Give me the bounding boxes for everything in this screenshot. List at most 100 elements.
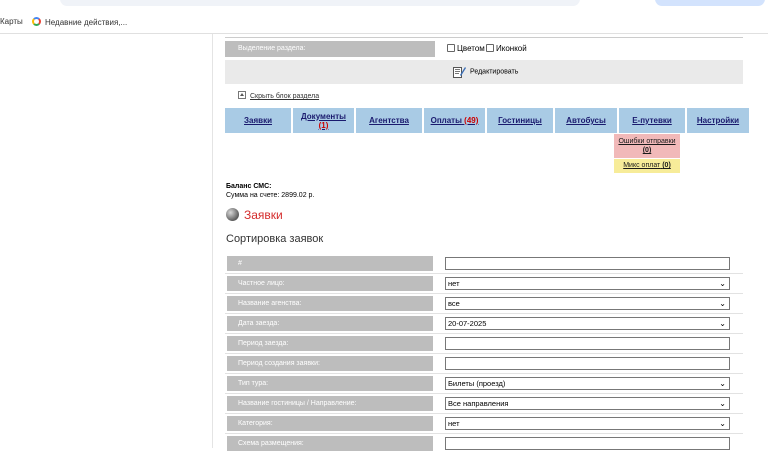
- subtab-send-errors-label: Ошибки отправки: [618, 138, 676, 145]
- filter-label: Категория:: [227, 416, 433, 431]
- category-select[interactable]: нет ⌄: [445, 417, 730, 430]
- bookmarks-bar: Карты Недавние действия,...: [0, 8, 768, 34]
- select-value: 20-07-2025: [448, 319, 487, 328]
- bookmark-recent-activity-label: Недавние действия,...: [45, 18, 128, 27]
- tour-type-select[interactable]: Билеты (проезд) ⌄: [445, 377, 730, 390]
- subtab-mixed-payments[interactable]: Микс оплат (0): [614, 159, 680, 173]
- chevron-down-icon: ⌄: [719, 279, 726, 288]
- hotel-direction-select[interactable]: Все направления ⌄: [445, 397, 730, 410]
- number-input[interactable]: [445, 257, 730, 270]
- filter-row-agency: Название агенства: все ⌄: [225, 294, 743, 314]
- filter-label: Тип тура:: [227, 376, 433, 391]
- subtab-send-errors[interactable]: Ошибки отправки (0): [614, 134, 680, 158]
- tab-hotels[interactable]: Гостиницы: [487, 108, 553, 133]
- chevron-down-icon: ⌄: [719, 399, 726, 408]
- filter-label: #: [227, 256, 433, 271]
- chevron-down-icon: ⌄: [719, 299, 726, 308]
- select-value: нет: [448, 279, 460, 288]
- address-bar[interactable]: [60, 0, 580, 6]
- filter-row-created-period: Период создания заявки:: [225, 354, 743, 374]
- checkbox-box[interactable]: [486, 44, 494, 52]
- tab-label: E-путевки: [632, 116, 672, 125]
- tab-count: (49): [464, 116, 479, 125]
- tab-count: (1): [318, 120, 329, 130]
- filter-label: Дата заезда:: [227, 316, 433, 331]
- sms-balance: Баланс СМС: Сумма на счете: 2899.02 р.: [226, 182, 314, 200]
- globe-icon: [226, 208, 239, 221]
- filter-row-category: Категория: нет ⌄: [225, 414, 743, 434]
- profile-pill[interactable]: [655, 0, 765, 6]
- select-value: нет: [448, 419, 460, 428]
- hide-section-link[interactable]: Скрыть блок раздела: [238, 91, 319, 100]
- edit-button[interactable]: Редактировать: [453, 65, 518, 79]
- checkin-period-input[interactable]: [445, 337, 730, 350]
- filter-row-hotel: Название гостиницы / Направление: Все на…: [225, 394, 743, 414]
- sms-balance-title: Баланс СМС:: [226, 183, 272, 190]
- sort-title: Сортировка заявок: [226, 233, 324, 245]
- filter-label: Название гостиницы / Направление:: [227, 396, 433, 411]
- highlight-color-label: Цветом: [457, 44, 485, 53]
- tab-label: Гостиницы: [498, 116, 542, 125]
- page-title: Заявки: [226, 208, 283, 222]
- browser-tab-strip: [0, 0, 768, 8]
- highlight-color-checkbox[interactable]: Цветом: [447, 43, 485, 54]
- edit-button-label: Редактировать: [470, 68, 519, 76]
- accommodation-scheme-input[interactable]: [445, 437, 730, 450]
- tab-payments[interactable]: Оплаты (49): [424, 108, 485, 133]
- highlight-icon-label: Иконкой: [496, 44, 527, 53]
- edit-bar: Редактировать: [225, 60, 743, 84]
- tab-label: Оплаты: [430, 116, 462, 125]
- agency-select[interactable]: все ⌄: [445, 297, 730, 310]
- select-value: Все направления: [448, 399, 509, 408]
- filter-label: Период заезда:: [227, 336, 433, 351]
- left-gutter: [0, 34, 213, 448]
- tab-orders[interactable]: Заявки: [225, 108, 291, 133]
- filter-row-checkin-date: Дата заезда: 20-07-2025 ⌄: [225, 314, 743, 334]
- checkin-date-select[interactable]: 20-07-2025 ⌄: [445, 317, 730, 330]
- filter-row-checkin-period: Период заезда:: [225, 334, 743, 354]
- chevron-down-icon: ⌄: [719, 379, 726, 388]
- collapse-up-icon: [238, 91, 246, 99]
- page: Выделение раздела: Цветом Иконкой Редакт…: [0, 34, 768, 451]
- filter-row-number: #: [225, 254, 743, 274]
- filter-row-tour-type: Тип тура: Билеты (проезд) ⌄: [225, 374, 743, 394]
- hide-section-link-label: Скрыть блок раздела: [250, 93, 320, 100]
- filter-row-accommodation: Схема размещения:: [225, 434, 743, 451]
- tab-label: Документы: [301, 111, 346, 121]
- filter-row-private: Частное лицо: нет ⌄: [225, 274, 743, 294]
- chevron-down-icon: ⌄: [719, 319, 726, 328]
- page-title-text: Заявки: [244, 208, 283, 222]
- section-highlight-label: Выделение раздела:: [225, 41, 435, 57]
- select-value: Билеты (проезд): [448, 379, 506, 388]
- private-person-select[interactable]: нет ⌄: [445, 277, 730, 290]
- tab-e-vouchers[interactable]: E-путевки: [619, 108, 685, 133]
- subtab-mixed-payments-count: (0): [662, 162, 671, 169]
- subtab-mixed-payments-label: Микс оплат: [623, 162, 661, 169]
- divider: [225, 34, 743, 38]
- tab-documents[interactable]: Документы (1): [293, 108, 354, 133]
- subtab-send-errors-count: (0): [642, 147, 652, 154]
- filter-label: Схема размещения:: [227, 436, 433, 451]
- google-icon: [32, 17, 41, 26]
- filter-label: Частное лицо:: [227, 276, 433, 291]
- filter-label: Название агенства:: [227, 296, 433, 311]
- tab-label: Автобусы: [566, 116, 606, 125]
- tab-label: Агентства: [369, 116, 409, 125]
- tab-label: Настройки: [696, 116, 740, 125]
- chevron-down-icon: ⌄: [719, 419, 726, 428]
- edit-icon: [453, 67, 466, 78]
- tab-label: Заявки: [244, 116, 272, 125]
- tab-settings[interactable]: Настройки: [687, 108, 749, 133]
- tab-agencies[interactable]: Агентства: [356, 108, 422, 133]
- sms-balance-sum: Сумма на счете: 2899.02 р.: [226, 192, 315, 199]
- bookmark-maps[interactable]: Карты: [0, 17, 23, 27]
- section-highlight-row: Выделение раздела: Цветом Иконкой: [225, 39, 743, 59]
- select-value: все: [448, 299, 460, 308]
- created-period-input[interactable]: [445, 357, 730, 370]
- tab-buses[interactable]: Автобусы: [555, 108, 617, 133]
- main-tabs: Заявки Документы (1) Агентства Оплаты (49…: [225, 108, 749, 133]
- filter-label: Период создания заявки:: [227, 356, 433, 371]
- checkbox-box[interactable]: [447, 44, 455, 52]
- highlight-icon-checkbox[interactable]: Иконкой: [486, 43, 527, 54]
- bookmark-recent-activity[interactable]: Недавние действия,...: [32, 17, 127, 28]
